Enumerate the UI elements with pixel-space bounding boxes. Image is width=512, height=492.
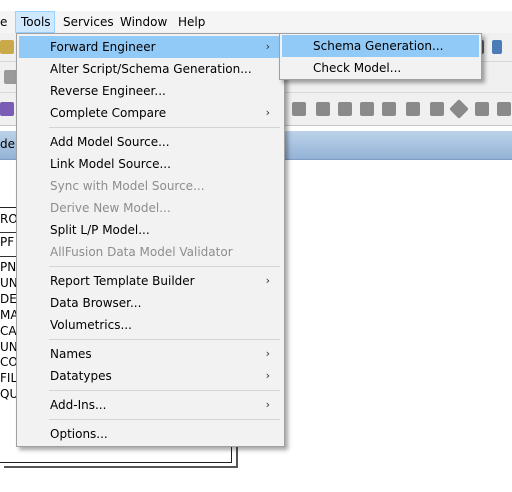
menu-bar: e Tools Services Window Help: [0, 11, 512, 33]
menu-item-add-ins[interactable]: Add-Ins... ›: [19, 394, 282, 416]
resize-icon[interactable]: [406, 102, 420, 116]
chevron-right-icon: ›: [265, 398, 270, 411]
menu-item-label: Names: [50, 347, 92, 361]
menu-item-label: Derive New Model...: [50, 201, 171, 215]
diagram-tab-label[interactable]: de: [0, 137, 15, 151]
distribute-horizontal-icon[interactable]: [382, 102, 396, 116]
menu-item-label: Reverse Engineer...: [50, 84, 166, 98]
model-icon[interactable]: [0, 102, 14, 116]
menu-window[interactable]: Window: [115, 11, 172, 33]
menu-item-label: Check Model...: [313, 61, 402, 75]
menu-services[interactable]: Services: [58, 11, 119, 33]
menu-item-label: Report Template Builder: [50, 274, 195, 288]
menu-item-data-model-validator: AllFusion Data Model Validator: [19, 241, 282, 263]
menu-item-schema-generation[interactable]: Schema Generation...: [282, 35, 479, 57]
chevron-right-icon: ›: [265, 274, 270, 287]
menu-item-label: Forward Engineer: [50, 40, 156, 54]
menu-item-alter-script[interactable]: Alter Script/Schema Generation...: [19, 58, 282, 80]
menu-item-options[interactable]: Options...: [19, 423, 282, 445]
menu-item-label: Data Browser...: [50, 296, 142, 310]
menu-item-label: Volumetrics...: [50, 318, 132, 332]
note-icon[interactable]: [430, 102, 444, 116]
diamond-icon[interactable]: [449, 99, 469, 119]
menu-item-label: AllFusion Data Model Validator: [50, 245, 233, 259]
chevron-right-icon: ›: [265, 369, 270, 382]
menu-item-derive-new-model: Derive New Model...: [19, 197, 282, 219]
menu-separator: [49, 266, 280, 267]
align-columns-icon[interactable]: [316, 102, 330, 116]
menu-item-reverse-engineer[interactable]: Reverse Engineer...: [19, 80, 282, 102]
menu-separator: [49, 390, 280, 391]
menu-item-label: Add Model Source...: [50, 135, 170, 149]
menu-file[interactable]: e: [0, 11, 12, 33]
chevron-right-icon: ›: [265, 40, 270, 53]
menu-item-label: Complete Compare: [50, 106, 167, 120]
menu-item-report-template-builder[interactable]: Report Template Builder ›: [19, 270, 282, 292]
menu-item-label: Options...: [50, 427, 108, 441]
refresh-icon[interactable]: [475, 102, 489, 116]
menu-help[interactable]: Help: [173, 11, 210, 33]
menu-item-complete-compare[interactable]: Complete Compare ›: [19, 102, 282, 124]
menu-item-add-model-source[interactable]: Add Model Source...: [19, 131, 282, 153]
align-rows-icon[interactable]: [338, 102, 352, 116]
menu-item-sync-model-source: Sync with Model Source...: [19, 175, 282, 197]
tools-menu: Forward Engineer › Alter Script/Schema G…: [16, 33, 285, 447]
menu-tools[interactable]: Tools: [15, 11, 55, 33]
menu-item-label: Split L/P Model...: [50, 223, 150, 237]
menu-item-label: Link Model Source...: [50, 157, 171, 171]
menu-item-link-model-source[interactable]: Link Model Source...: [19, 153, 282, 175]
distribute-vertical-icon[interactable]: [360, 102, 374, 116]
menu-item-data-browser[interactable]: Data Browser...: [19, 292, 282, 314]
menu-item-label: Datatypes: [50, 369, 112, 383]
menu-item-datatypes[interactable]: Datatypes ›: [19, 365, 282, 387]
menu-item-check-model[interactable]: Check Model...: [282, 57, 479, 79]
menu-item-label: Alter Script/Schema Generation...: [50, 62, 252, 76]
menu-separator: [49, 339, 280, 340]
menu-item-label: Schema Generation...: [313, 39, 444, 53]
chevron-right-icon: ›: [265, 347, 270, 360]
menu-item-volumetrics[interactable]: Volumetrics...: [19, 314, 282, 336]
menu-separator: [49, 419, 280, 420]
relationship-icon[interactable]: [492, 40, 502, 54]
entity-primary-key: PF: [0, 235, 15, 249]
menu-item-label: Sync with Model Source...: [50, 179, 205, 193]
zoom-icon[interactable]: [497, 102, 511, 116]
layout-tree-icon[interactable]: [292, 102, 306, 116]
menu-item-names[interactable]: Names ›: [19, 343, 282, 365]
forward-engineer-submenu: Schema Generation... Check Model...: [279, 33, 482, 80]
menu-item-label: Add-Ins...: [50, 398, 107, 412]
chevron-right-icon: ›: [265, 106, 270, 119]
menu-item-split-lp-model[interactable]: Split L/P Model...: [19, 219, 282, 241]
open-icon[interactable]: [0, 40, 14, 54]
menu-separator: [49, 127, 280, 128]
menu-item-forward-engineer[interactable]: Forward Engineer ›: [19, 36, 282, 58]
